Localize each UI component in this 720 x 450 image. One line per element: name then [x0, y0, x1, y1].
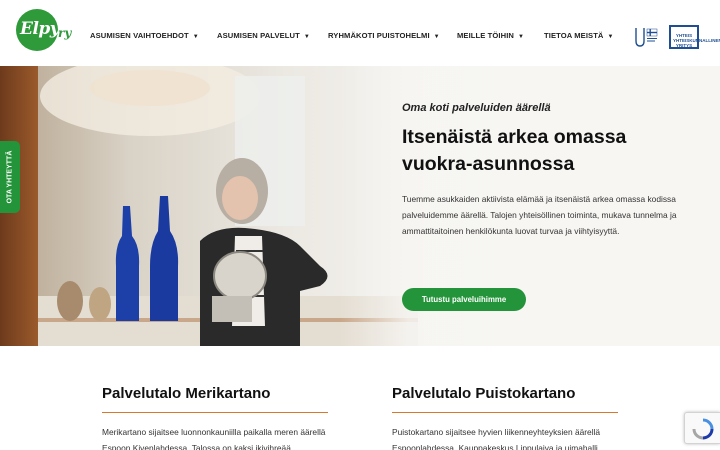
- caret-down-icon: ▼: [303, 34, 310, 40]
- card-title[interactable]: Palvelutalo Merikartano: [102, 385, 332, 402]
- caret-down-icon: ▼: [518, 34, 525, 40]
- card-puistokartano: Palvelutalo Puistokartano Puistokartano …: [392, 385, 622, 450]
- nav-item-label: ASUMISEN VAIHTOEHDOT: [90, 31, 189, 40]
- recaptcha-badge[interactable]: [684, 412, 720, 444]
- nav-item-ryhmakoti-puistohelmi[interactable]: RYHMÄKOTI PUISTOHELMI ▼: [328, 31, 440, 40]
- site-header: Elpy ry ASUMISEN VAIHTOEHDOT ▼ ASUMISEN P…: [0, 0, 720, 66]
- card-merikartano: Palvelutalo Merikartano Merikartano sija…: [102, 385, 332, 450]
- caret-down-icon: ▼: [607, 34, 614, 40]
- nav-item-label: MEILLE TÖIHIN: [457, 31, 514, 40]
- hero-subtitle: Oma koti palveluiden äärellä: [402, 102, 551, 114]
- nav-item-label: ASUMISEN PALVELUT: [217, 31, 300, 40]
- elpy-logo[interactable]: Elpy ry: [16, 9, 74, 51]
- nav-item-label: RYHMÄKOTI PUISTOHELMI: [328, 31, 430, 40]
- card-divider: [392, 412, 618, 413]
- hero-description: Tuemme asukkaiden aktiivista elämää ja i…: [402, 194, 677, 236]
- contact-side-tab[interactable]: OTA YHTEYTTÄ: [0, 141, 20, 213]
- nav-item-asumisen-vaihtoehdot[interactable]: ASUMISEN VAIHTOEHDOT ▼: [90, 31, 199, 40]
- card-divider: [102, 412, 328, 413]
- explore-services-button[interactable]: Tutustu palveluihimme: [402, 288, 526, 311]
- hero-title: Itsenäistä arkea omassa vuokra-asunnossa: [402, 126, 627, 175]
- recaptcha-icon: [692, 418, 714, 440]
- nav-item-tietoa-meista[interactable]: TIETOA MEISTÄ ▼: [544, 31, 614, 40]
- nav-item-label: TIETOA MEISTÄ: [544, 31, 604, 40]
- card-text: Puistokartano sijaitsee hyvien liikenney…: [392, 427, 601, 450]
- logo-suffix: ry: [58, 26, 72, 40]
- social-enterprise-badge-text: YHTEIS YHTEISKUNNALLINEN YRITYS: [673, 33, 720, 48]
- card-text: Merikartano sijaitsee luonnonkauniilla p…: [102, 427, 326, 450]
- caret-down-icon: ▼: [433, 34, 440, 40]
- nav-item-meille-toihin[interactable]: MEILLE TÖIHIN ▼: [457, 31, 524, 40]
- caret-down-icon: ▼: [192, 34, 199, 40]
- card-title[interactable]: Palvelutalo Puistokartano: [392, 385, 622, 402]
- social-enterprise-badge[interactable]: YHTEIS YHTEISKUNNALLINEN YRITYS: [669, 25, 720, 49]
- logo-text: Elpy: [20, 19, 60, 39]
- contact-side-tab-label: OTA YHTEYTTÄ: [6, 150, 14, 204]
- finland-flag-badge-icon[interactable]: [630, 26, 658, 48]
- nav-item-asumisen-palvelut[interactable]: ASUMISEN PALVELUT ▼: [217, 31, 310, 40]
